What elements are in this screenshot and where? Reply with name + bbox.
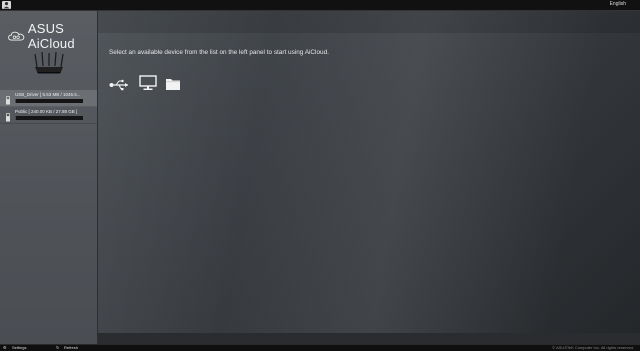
welcome-message: Select an available device from the list… [109, 49, 329, 56]
computer-icon [139, 75, 157, 96]
language-selector[interactable]: English [610, 1, 626, 7]
device-list: USB_Driver [ 5.53 MB / 1045.5... Public … [0, 90, 97, 124]
router-image [33, 51, 65, 80]
refresh-icon[interactable]: ↻ [56, 345, 59, 350]
brand-name: ASUS AiCloud [27, 21, 75, 51]
usb-icon [5, 110, 11, 128]
main-footer [98, 333, 640, 344]
sidebar: ASUS AiCloud USB_Driver [ 5.53 MB / 1045… [0, 11, 98, 344]
device-type-icons [109, 75, 189, 96]
device-item-public[interactable]: Public [ 240.00 KB / 27.88 GB ] [0, 107, 97, 124]
top-bar: English [0, 0, 640, 11]
usage-bar [15, 116, 83, 120]
aicloud-logo-icon [8, 31, 25, 41]
device-label: USB_Driver [ 5.53 MB / 1045.5... [15, 92, 81, 97]
main-panel: Select an available device from the list… [98, 11, 640, 333]
user-menu-button[interactable] [2, 1, 11, 9]
device-label: Public [ 240.00 KB / 27.88 GB ] [15, 109, 78, 114]
device-item-usb-driver[interactable]: USB_Driver [ 5.53 MB / 1045.5... [0, 90, 97, 107]
settings-button[interactable]: Settings [12, 345, 26, 350]
usb-icon [109, 78, 131, 96]
usage-bar [15, 99, 83, 103]
copyright-text: © ASUSTeK Computer Inc. All rights reser… [552, 345, 634, 350]
brand: ASUS AiCloud [8, 21, 97, 51]
main-header [98, 11, 640, 33]
refresh-button[interactable]: Refresh [64, 345, 78, 350]
user-icon [3, 1, 10, 9]
folder-icon [165, 77, 181, 96]
settings-icon[interactable]: ⚙ [3, 345, 7, 350]
